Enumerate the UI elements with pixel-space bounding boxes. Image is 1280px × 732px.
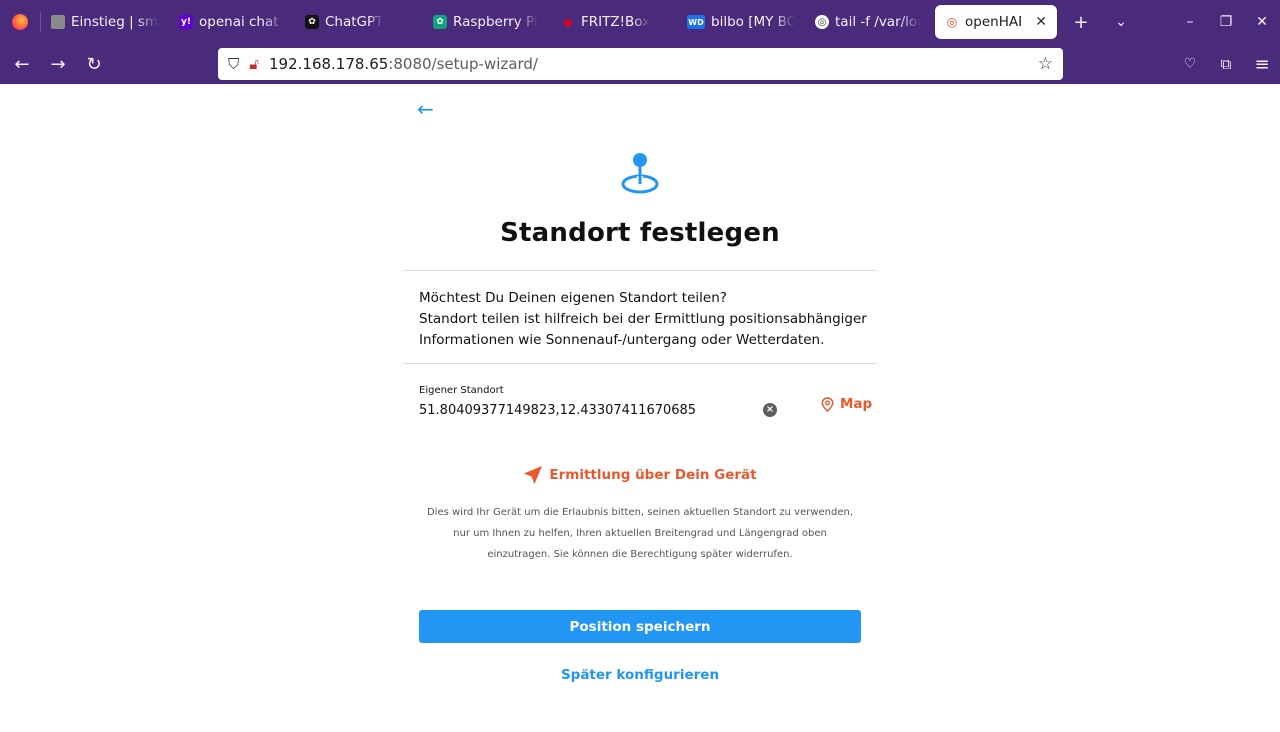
tab-chatgpt[interactable]: ✿ ChatGPT [295,0,423,44]
clear-input-icon[interactable]: × [763,403,777,417]
back-button[interactable]: ← [4,44,40,84]
map-button[interactable]: Map [821,396,872,412]
description-line: Standort teilen ist hilfreich bei der Er… [419,311,867,327]
tab-tail-log[interactable]: ◎ tail -f /var/log [805,0,931,44]
hint-line: einzutragen. Sie können die Berechtigung… [487,549,793,560]
chatgpt-icon: ✿ [433,15,447,29]
tab-title: Einstieg | smartHome [71,14,159,30]
tab-raspberry-pi[interactable]: ✿ Raspberry Pi [423,0,551,44]
app-menu-icon[interactable]: ≡ [1244,44,1280,84]
minimize-icon[interactable]: – [1172,0,1208,44]
setup-wizard-card: ← Standort festlegen Möchtest Du Deinen … [403,84,877,732]
tab-title: bilbo [MY BOOK] [711,14,795,30]
chatgpt-icon: ◎ [815,15,829,29]
close-window-icon[interactable]: ✕ [1244,0,1280,44]
shield-icon[interactable]: ⛉ [228,55,239,73]
tab-title: ChatGPT [325,14,384,30]
back-arrow-icon[interactable]: ← [417,98,439,120]
page-title: Standort festlegen [500,218,780,248]
map-button-label: Map [840,396,873,412]
chatgpt-icon: ✿ [305,15,319,29]
navigation-arrow-icon [524,466,543,484]
tab-title: Raspberry Pi [453,14,538,30]
fritzbox-icon: ◆ [563,15,573,29]
description-line: Möchtest Du Deinen eigenen Standort teil… [419,290,727,306]
location-pin-icon [621,153,659,194]
location-input[interactable] [419,403,749,418]
bookmark-star-icon[interactable]: ☆ [1038,54,1053,74]
url-text[interactable]: 192.168.178.65:8080/setup-wizard/ [269,55,1028,73]
url-host: 192.168.178.65 [269,55,389,73]
pocket-icon[interactable]: ♡ [1172,44,1208,84]
hint-line: nur um Ihnen zu helfen, Ihren aktuellen … [453,528,827,539]
tab-einstieg[interactable]: Einstieg | smartHome [41,0,169,44]
description: Möchtest Du Deinen eigenen Standort teil… [419,288,869,351]
configure-later-link[interactable]: Später konfigurieren [403,667,877,683]
description-line: Informationen wie Sonnenauf-/untergang o… [419,332,825,348]
window-controls: – ❐ ✕ [1172,0,1280,44]
tab-title: openHAB [965,14,1022,30]
tab-title: FRITZ!Box [581,14,651,30]
toolbar-right: ♡ ⧉ ≡ [1172,44,1280,84]
insecure-lock-icon[interactable]: 🔓︎ [249,55,259,73]
locate-device-button[interactable]: Ermittlung über Dein Gerät [403,465,877,485]
hint-line: Dies wird Ihr Gerät um die Erlaubnis bit… [426,507,854,518]
page-content: ← Standort festlegen Möchtest Du Deinen … [0,84,1280,732]
close-tab-icon[interactable]: ✕ [1035,14,1047,30]
tab-openai-chat[interactable]: y! openai chat gpt [169,0,295,44]
url-bar[interactable]: ⛉ 🔓︎ 192.168.178.65:8080/setup-wizard/ ☆ [218,48,1063,80]
tab-title: tail -f /var/log [835,14,921,30]
divider [403,363,877,364]
tab-bilbo[interactable]: WD bilbo [MY BOOK] [677,0,805,44]
save-position-button[interactable]: Position speichern [419,610,861,643]
forward-button[interactable]: → [40,44,76,84]
navigation-bar: ← → ↻ ⛉ 🔓︎ 192.168.178.65:8080/setup-wiz… [0,44,1280,84]
list-all-tabs-button[interactable]: ⌄ [1101,0,1141,44]
new-tab-button[interactable]: + [1061,0,1101,44]
openhab-icon: ◎ [946,15,958,29]
restore-icon[interactable]: ❐ [1208,0,1244,44]
reload-button[interactable]: ↻ [76,44,112,84]
firefox-icon [12,14,28,30]
divider [403,270,877,271]
wd-icon: WD [687,15,705,29]
generic-page-icon [51,15,65,29]
tab-bar: Einstieg | smartHome y! openai chat gpt … [0,0,1280,44]
location-field-label: Eigener Standort [419,385,504,396]
extensions-icon[interactable]: ⧉ [1208,44,1244,84]
firefox-menu-button[interactable] [0,0,40,44]
yahoo-icon: y! [179,15,193,29]
tab-openhab[interactable]: ◎ openHAB ✕ [935,5,1057,39]
tab-title: openai chat gpt [199,14,285,30]
url-path: :8080/setup-wizard/ [388,55,538,73]
tab-fritzbox[interactable]: ◆ FRITZ!Box [551,0,677,44]
permission-hint: Dies wird Ihr Gerät um die Erlaubnis bit… [413,502,867,565]
map-marker-icon [821,396,834,412]
locate-device-label: Ermittlung über Dein Gerät [549,467,757,483]
